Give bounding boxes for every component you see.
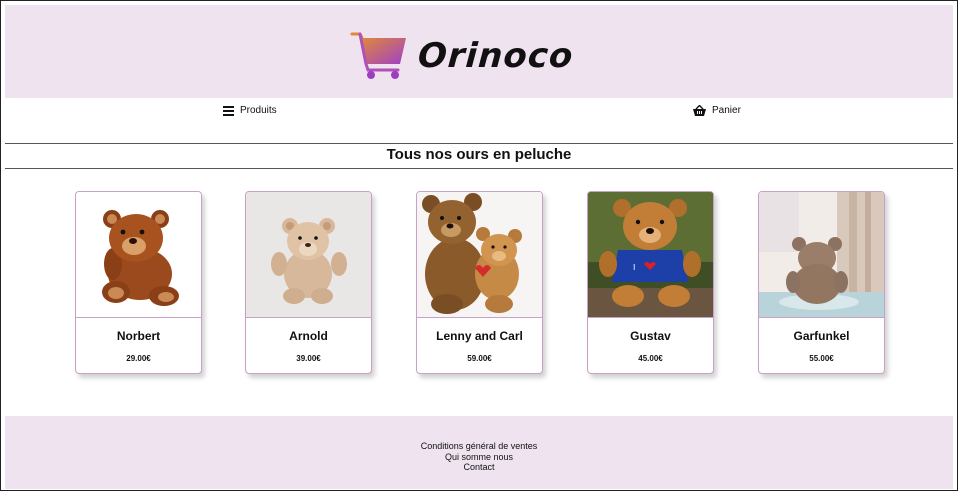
site-footer: Conditions général de ventes Qui somme n… bbox=[5, 416, 953, 489]
product-price: 29.00€ bbox=[126, 354, 151, 363]
product-name: Gustav bbox=[630, 329, 671, 343]
nav-cart[interactable]: Panier bbox=[693, 105, 741, 116]
product-image bbox=[246, 192, 371, 318]
product-image: I bbox=[588, 192, 713, 318]
menu-icon bbox=[223, 105, 234, 116]
footer-link-terms[interactable]: Conditions général de ventes bbox=[5, 441, 953, 452]
product-name: Lenny and Carl bbox=[436, 329, 523, 343]
svg-text:I: I bbox=[633, 263, 635, 272]
product-price: 55.00€ bbox=[809, 354, 834, 363]
nav-cart-label: Panier bbox=[712, 105, 741, 116]
divider-bottom bbox=[5, 168, 953, 169]
two-teddy-bears-image bbox=[417, 192, 542, 317]
footer-links: Conditions général de ventes Qui somme n… bbox=[5, 441, 953, 473]
product-image bbox=[759, 192, 884, 318]
product-image bbox=[417, 192, 542, 318]
brand-name: Orinoco bbox=[416, 35, 575, 76]
teddy-bear-blue-shirt-image: I bbox=[588, 192, 713, 317]
product-card[interactable]: Arnold 39.00€ bbox=[245, 191, 372, 374]
footer-link-about[interactable]: Qui somme nous bbox=[5, 452, 953, 463]
product-name: Arnold bbox=[289, 329, 328, 343]
product-price: 45.00€ bbox=[638, 354, 663, 363]
beige-teddy-bear-image bbox=[246, 192, 371, 317]
product-card[interactable]: Norbert 29.00€ bbox=[75, 191, 202, 374]
page-title: Tous nos ours en peluche bbox=[386, 146, 572, 163]
logo[interactable]: Orinoco bbox=[348, 28, 575, 83]
product-name: Norbert bbox=[116, 329, 161, 343]
footer-link-contact[interactable]: Contact bbox=[5, 462, 953, 473]
product-card[interactable]: I Gustav 45.00€ bbox=[587, 191, 714, 374]
site-header: Orinoco bbox=[5, 5, 953, 98]
product-card[interactable]: Garfunkel 55.00€ bbox=[758, 191, 885, 374]
product-name: Garfunkel bbox=[793, 329, 850, 343]
product-card[interactable]: Lenny and Carl 59.00€ bbox=[416, 191, 543, 374]
main-nav: Produits Panier bbox=[5, 98, 953, 142]
product-grid: Norbert 29.00€ Arnold 39.00€ Lenny and C… bbox=[75, 191, 895, 375]
product-image bbox=[76, 192, 201, 318]
teddy-bear-back-view-image bbox=[759, 192, 884, 317]
shopping-cart-logo-icon bbox=[350, 32, 406, 79]
product-price: 39.00€ bbox=[296, 354, 321, 363]
brown-teddy-bear-image bbox=[102, 210, 179, 306]
nav-products-label: Produits bbox=[240, 105, 277, 116]
nav-products[interactable]: Produits bbox=[223, 105, 277, 116]
basket-icon bbox=[693, 105, 706, 116]
product-price: 59.00€ bbox=[467, 354, 492, 363]
divider-top bbox=[5, 143, 953, 144]
